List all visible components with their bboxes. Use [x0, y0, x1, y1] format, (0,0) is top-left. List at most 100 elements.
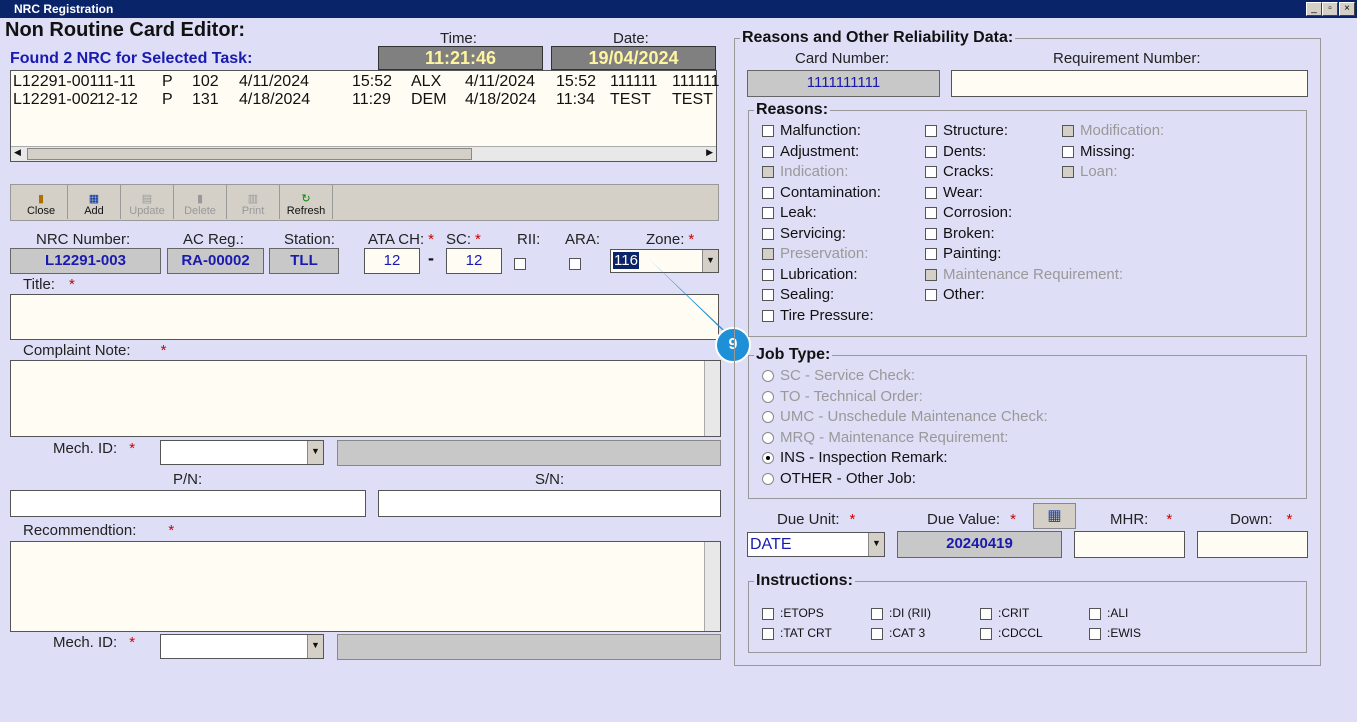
instruction-checkbox-item[interactable]: :DI (RII) [871, 603, 980, 623]
reason-checkbox-item[interactable]: Corrosion: [925, 203, 1123, 224]
ata-input[interactable]: 12 [364, 248, 420, 274]
reason-checkbox-item[interactable]: Broken: [925, 224, 1123, 245]
checkbox[interactable] [762, 125, 774, 138]
scroll-left-icon[interactable]: ◀ [14, 147, 21, 158]
radio-button[interactable] [762, 431, 774, 444]
vertical-scrollbar[interactable] [704, 361, 720, 436]
job-type-radio[interactable]: SC - Service Check: [762, 366, 1048, 387]
checkbox[interactable] [1062, 166, 1074, 179]
checkbox[interactable] [1089, 607, 1101, 620]
checkbox[interactable] [762, 207, 774, 220]
instruction-checkbox-item[interactable]: :CAT 3 [871, 623, 980, 643]
radio-button[interactable] [762, 472, 774, 485]
instruction-checkbox-item[interactable]: :ALI [1089, 603, 1198, 623]
chevron-down-icon[interactable]: ▼ [868, 533, 884, 556]
job-type-radio[interactable]: INS - Inspection Remark: [762, 448, 1048, 469]
sc-input[interactable]: 12 [446, 248, 502, 274]
reason-checkbox-item[interactable]: Missing: [1062, 142, 1164, 163]
complaint-textarea[interactable] [10, 360, 721, 437]
reason-checkbox-item[interactable]: Servicing: [762, 224, 881, 245]
reason-checkbox-item[interactable]: Modification: [1062, 121, 1164, 142]
job-type-radio[interactable]: MRQ - Maintenance Requirement: [762, 428, 1048, 449]
checkbox[interactable] [1062, 145, 1074, 158]
maximize-button[interactable]: ▫ [1322, 2, 1338, 16]
reason-checkbox-item[interactable]: Leak: [762, 203, 881, 224]
update-button[interactable]: ▤ Update [121, 185, 174, 219]
instruction-checkbox-item[interactable]: :CRIT [980, 603, 1089, 623]
checkbox[interactable] [762, 248, 774, 261]
nrc-list[interactable]: L12291-001 11-11 P 102 4/11/2024 15:52 ALX 4/11… [10, 70, 719, 162]
close-window-button[interactable]: × [1339, 2, 1355, 16]
checkbox[interactable] [925, 289, 937, 302]
reason-checkbox-item[interactable]: Painting: [925, 244, 1123, 265]
scroll-right-icon[interactable]: ▶ [706, 147, 713, 158]
checkbox[interactable] [762, 145, 774, 158]
calendar-button[interactable]: ▦ [1033, 503, 1076, 529]
instruction-checkbox-item[interactable]: :TAT CRT [762, 623, 871, 643]
refresh-button[interactable]: ↻ Refresh [280, 185, 333, 219]
delete-button[interactable]: ▮ Delete [174, 185, 227, 219]
recommendation-textarea[interactable] [10, 541, 721, 632]
checkbox[interactable] [925, 207, 937, 220]
checkbox[interactable] [762, 627, 774, 640]
ara-checkbox[interactable] [569, 258, 581, 270]
checkbox[interactable] [925, 227, 937, 240]
close-button[interactable]: ▮ Close [15, 185, 68, 219]
minimize-button[interactable]: _ [1306, 2, 1322, 16]
mech-id-dropdown[interactable]: ▼ [160, 440, 324, 465]
reason-checkbox-item[interactable]: Contamination: [762, 183, 881, 204]
requirement-number-input[interactable] [951, 70, 1308, 97]
checkbox[interactable] [980, 627, 992, 640]
reason-checkbox-item[interactable]: Loan: [1062, 162, 1164, 183]
instruction-checkbox-item[interactable]: :ETOPS [762, 603, 871, 623]
horizontal-scrollbar[interactable]: ◀ ▶ [11, 146, 716, 161]
checkbox[interactable] [762, 289, 774, 302]
add-button[interactable]: ▦ Add [68, 185, 121, 219]
reason-checkbox-item[interactable]: Other: [925, 285, 1123, 306]
checkbox[interactable] [762, 227, 774, 240]
nrc-list-row[interactable]: L12291-002 12-12 P 131 4/18/2024 11:29 DEM 4/18… [13, 91, 714, 109]
sn-input[interactable] [378, 490, 721, 517]
checkbox[interactable] [925, 268, 937, 281]
print-button[interactable]: ▥ Print [227, 185, 280, 219]
reason-checkbox-item[interactable]: Adjustment: [762, 142, 881, 163]
pn-input[interactable] [10, 490, 366, 517]
radio-button[interactable] [762, 411, 774, 424]
instruction-checkbox-item[interactable]: :EWIS [1089, 623, 1198, 643]
due-unit-dropdown[interactable]: DATE ▼ [747, 532, 885, 557]
checkbox[interactable] [925, 125, 937, 138]
chevron-down-icon[interactable]: ▼ [307, 441, 323, 464]
job-type-radio[interactable]: OTHER - Other Job: [762, 469, 1048, 490]
checkbox[interactable] [871, 627, 883, 640]
checkbox[interactable] [925, 145, 937, 158]
instruction-checkbox-item[interactable]: :CDCCL [980, 623, 1089, 643]
mech-id-dropdown-2[interactable]: ▼ [160, 634, 324, 659]
reason-checkbox-item[interactable]: Lubrication: [762, 265, 881, 286]
down-input[interactable] [1197, 531, 1308, 558]
job-type-radio[interactable]: TO - Technical Order: [762, 387, 1048, 408]
vertical-scrollbar[interactable] [704, 542, 720, 631]
mhr-input[interactable] [1074, 531, 1185, 558]
scrollbar-thumb[interactable] [27, 148, 472, 160]
radio-button[interactable] [762, 370, 774, 383]
checkbox[interactable] [762, 166, 774, 179]
checkbox[interactable] [1062, 125, 1074, 138]
checkbox[interactable] [925, 166, 937, 179]
rii-checkbox[interactable] [514, 258, 526, 270]
checkbox[interactable] [762, 607, 774, 620]
reason-checkbox-item[interactable]: Tire Pressure: [762, 306, 881, 327]
radio-button[interactable] [762, 452, 774, 465]
reason-checkbox-item[interactable]: Maintenance Requirement: [925, 265, 1123, 286]
reason-checkbox-item[interactable]: Malfunction: [762, 121, 881, 142]
checkbox[interactable] [762, 268, 774, 281]
job-type-radio[interactable]: UMC - Unschedule Maintenance Check: [762, 407, 1048, 428]
reason-checkbox-item[interactable]: Preservation: [762, 244, 881, 265]
checkbox[interactable] [980, 607, 992, 620]
radio-button[interactable] [762, 390, 774, 403]
chevron-down-icon[interactable]: ▼ [307, 635, 323, 658]
reason-checkbox-item[interactable]: Sealing: [762, 285, 881, 306]
reason-checkbox-item[interactable]: Indication: [762, 162, 881, 183]
nrc-list-row[interactable]: L12291-001 11-11 P 102 4/11/2024 15:52 ALX 4/11… [13, 73, 719, 91]
checkbox[interactable] [762, 186, 774, 199]
checkbox[interactable] [925, 186, 937, 199]
